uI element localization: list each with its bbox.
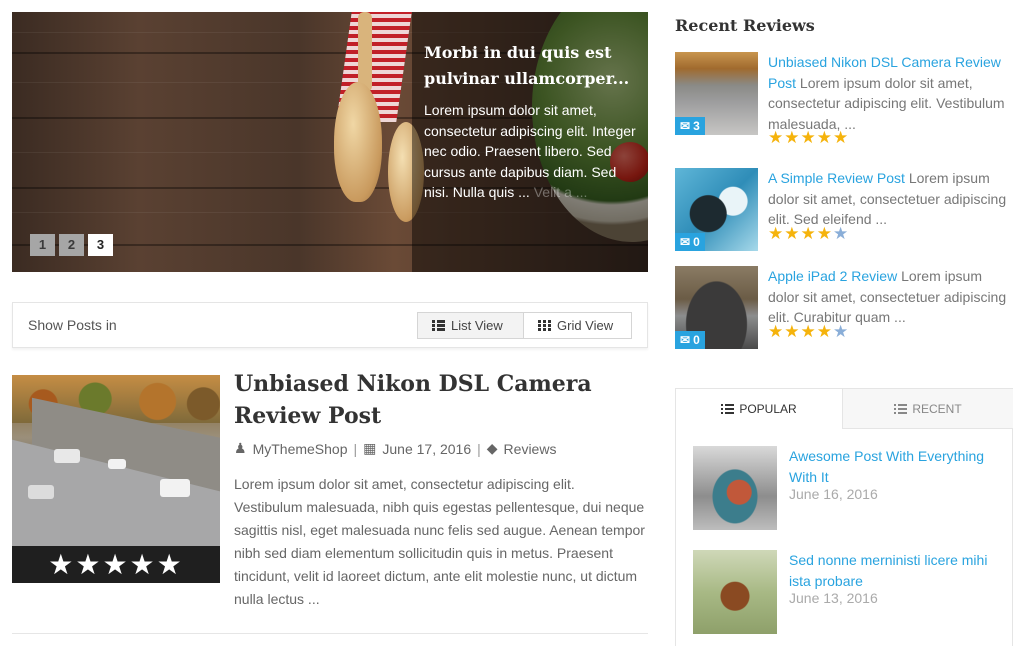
- review-comment-count[interactable]: ✉ 0: [675, 331, 705, 349]
- tab-recent-label: Recent: [912, 401, 962, 416]
- calendar-icon: ▦: [363, 440, 377, 456]
- review-thumbnail[interactable]: ✉ 3: [675, 52, 758, 135]
- slider-page-2[interactable]: 2: [59, 234, 84, 256]
- recent-reviews-heading: Recent Reviews: [675, 16, 815, 35]
- comment-count: 0: [693, 235, 700, 249]
- popular-post-item: Awesome Post With Everything With It Jun…: [693, 446, 993, 530]
- slide-excerpt: Lorem ipsum dolor sit amet, consectetur …: [424, 100, 640, 203]
- comment-icon: ✉: [680, 333, 691, 347]
- review-rating: ★★★★★: [768, 322, 849, 342]
- tab-popular-label: Popular: [739, 402, 797, 416]
- comment-count: 0: [693, 333, 700, 347]
- slider-page-1[interactable]: 1: [30, 234, 55, 256]
- slide-read-more[interactable]: Velit a ...: [534, 184, 588, 200]
- popular-post-date: June 16, 2016: [789, 486, 878, 502]
- review-item: ✉ 0 Apple iPad 2 Review Lorem ipsum dolo…: [675, 266, 1012, 350]
- grid-view-button[interactable]: Grid View: [523, 312, 632, 339]
- post-title[interactable]: Unbiased Nikon DSL Camera Review Post: [234, 368, 644, 432]
- tab-popular[interactable]: Popular: [676, 389, 843, 429]
- comment-icon: ✉: [680, 119, 691, 133]
- review-thumbnail[interactable]: ✉ 0: [675, 168, 758, 251]
- list-icon: [894, 403, 908, 414]
- wooden-spoon-image: [334, 82, 382, 202]
- tab-recent[interactable]: Recent: [843, 389, 1013, 429]
- car-image: [160, 479, 190, 497]
- tag-icon: ◆: [486, 440, 498, 456]
- list-view-label: List View: [451, 318, 503, 333]
- grid-view-label: Grid View: [557, 318, 614, 333]
- slider-page-3[interactable]: 3: [88, 234, 113, 256]
- popular-post-thumbnail[interactable]: [693, 550, 777, 634]
- review-item: ✉ 0 A Simple Review Post Lorem ipsum dol…: [675, 168, 1012, 252]
- post-excerpt: Lorem ipsum dolor sit amet, consectetur …: [234, 476, 645, 607]
- rating-stars-empty: ★: [832, 224, 850, 244]
- review-comment-count[interactable]: ✉ 0: [675, 233, 705, 251]
- review-summary: Unbiased Nikon DSL Camera Review Post Lo…: [768, 52, 1012, 134]
- view-switcher-label: Show Posts in: [28, 317, 117, 333]
- popular-post-item: Sed nonne merninisti licere mihi ista pr…: [693, 550, 993, 634]
- review-link[interactable]: Apple iPad 2 Review: [768, 268, 897, 284]
- post-rating-stars: ★★★★★: [12, 546, 220, 583]
- spoon-handle-image: [358, 12, 372, 92]
- post-author[interactable]: MyThemeShop: [253, 441, 348, 457]
- popular-post-title[interactable]: Sed nonne merninisti licere mihi ista pr…: [789, 550, 989, 591]
- post-category[interactable]: Reviews: [504, 441, 557, 457]
- grid-icon: [538, 320, 551, 331]
- rating-stars-filled: ★★★★★: [768, 128, 850, 148]
- post-meta: ♟ MyThemeShop | ▦ June 17, 2016 | ◆ Revi…: [234, 440, 556, 457]
- popular-post-thumbnail[interactable]: [693, 446, 777, 530]
- rating-stars-empty: ★: [832, 322, 850, 342]
- slide-excerpt-text: Lorem ipsum dolor sit amet, consectetur …: [424, 102, 636, 200]
- list-icon: [432, 320, 445, 331]
- review-excerpt: Lorem ipsum dolor sit amet, consectetur …: [768, 74, 1005, 132]
- review-comment-count[interactable]: ✉ 3: [675, 117, 705, 135]
- user-icon: ♟: [234, 440, 247, 456]
- slide-title[interactable]: Morbi in dui quis est pulvinar ullamcorp…: [424, 40, 640, 92]
- review-thumbnail[interactable]: ✉ 0: [675, 266, 758, 349]
- car-image: [28, 485, 54, 499]
- view-switcher: Show Posts in List View Grid View: [12, 302, 648, 348]
- car-image: [54, 449, 80, 463]
- rating-stars-filled: ★★★★: [768, 224, 833, 244]
- review-rating: ★★★★★: [768, 128, 849, 148]
- meta-separator: |: [477, 440, 481, 457]
- rating-stars-filled: ★★★★: [768, 322, 833, 342]
- meta-separator: |: [353, 440, 358, 457]
- featured-slider[interactable]: Morbi in dui quis est pulvinar ullamcorp…: [12, 12, 648, 272]
- comment-count: 3: [693, 119, 700, 133]
- car-image: [108, 459, 126, 469]
- review-rating: ★★★★★: [768, 224, 849, 244]
- slider-pagination: 1 2 3: [30, 234, 113, 256]
- post-divider: [12, 633, 648, 634]
- popular-post-title[interactable]: Awesome Post With Everything With It: [789, 446, 989, 487]
- review-summary: A Simple Review Post Lorem ipsum dolor s…: [768, 168, 1012, 230]
- list-icon: [721, 404, 735, 414]
- list-view-button[interactable]: List View: [417, 312, 524, 339]
- review-summary: Apple iPad 2 Review Lorem ipsum dolor si…: [768, 266, 1012, 328]
- comment-icon: ✉: [680, 235, 691, 249]
- review-link[interactable]: A Simple Review Post: [768, 170, 905, 186]
- popular-post-date: June 13, 2016: [789, 590, 878, 606]
- popular-recent-tabs: Popular Recent Awesome Post With Everyth…: [675, 388, 1013, 646]
- review-item: ✉ 3 Unbiased Nikon DSL Camera Review Pos…: [675, 52, 1012, 152]
- post-date: June 17, 2016: [382, 440, 472, 457]
